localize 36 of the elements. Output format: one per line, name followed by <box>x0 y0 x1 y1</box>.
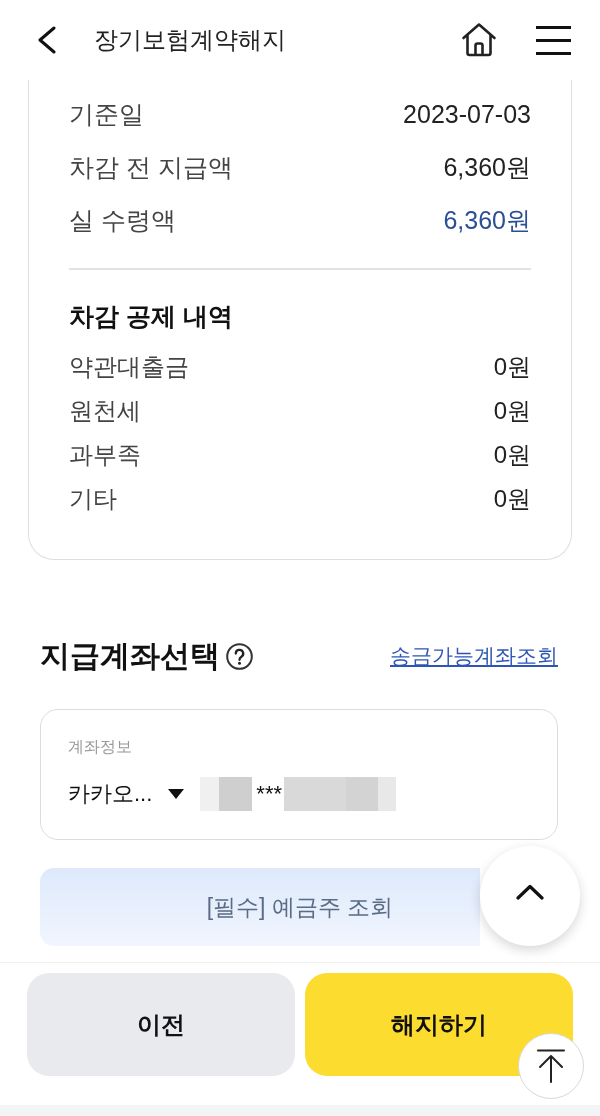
home-icon <box>461 22 497 58</box>
deduction-label: 과부족 <box>69 440 141 470</box>
account-select-field[interactable]: 계좌정보 카카오... *** <box>40 709 558 840</box>
summary-value: 2023-07-03 <box>403 100 531 129</box>
deduction-label: 기타 <box>69 484 117 514</box>
deduction-value: 0원 <box>493 396 531 426</box>
deduction-value: 0원 <box>493 352 531 382</box>
deduction-label: 약관대출금 <box>69 352 189 382</box>
action-button[interactable]: 이전 <box>27 973 295 1076</box>
menu-button[interactable] <box>535 25 572 55</box>
summary-value: 6,360원 <box>443 152 531 183</box>
menu-icon <box>535 25 572 55</box>
summary-value: 6,360원 <box>443 205 531 236</box>
back-chevron-icon <box>37 26 56 54</box>
summary-label: 기준일 <box>69 99 144 130</box>
back-button[interactable] <box>37 26 56 54</box>
deduction-value: 0원 <box>493 440 531 470</box>
account-holder-check-button[interactable]: [필수] 예금주 조회 <box>40 868 480 946</box>
caret-up-icon <box>516 884 544 900</box>
summary-label: 차감 전 지급액 <box>69 152 233 183</box>
account-number-mask: *** <box>256 781 283 807</box>
deductions-title: 차감 공제 내역 <box>69 302 233 330</box>
dropdown-triangle-icon <box>168 789 185 799</box>
bank-name: 카카오... <box>68 780 153 808</box>
page-title: 장기보험계약해지 <box>94 25 286 55</box>
redaction-block <box>200 777 253 811</box>
section-title: 지급계좌선택 <box>40 637 220 674</box>
deduction-value: 0원 <box>493 484 531 514</box>
action-button[interactable]: 해지하기 <box>305 973 573 1076</box>
home-button[interactable] <box>461 22 497 58</box>
transferable-accounts-link[interactable]: 송금가능계좌조회 <box>390 642 558 670</box>
field-label: 계좌정보 <box>68 737 132 757</box>
arrow-to-top-icon <box>537 1049 565 1083</box>
help-icon[interactable] <box>226 642 253 670</box>
summary-label: 실 수령액 <box>69 205 176 236</box>
deduction-label: 원천세 <box>69 396 141 426</box>
